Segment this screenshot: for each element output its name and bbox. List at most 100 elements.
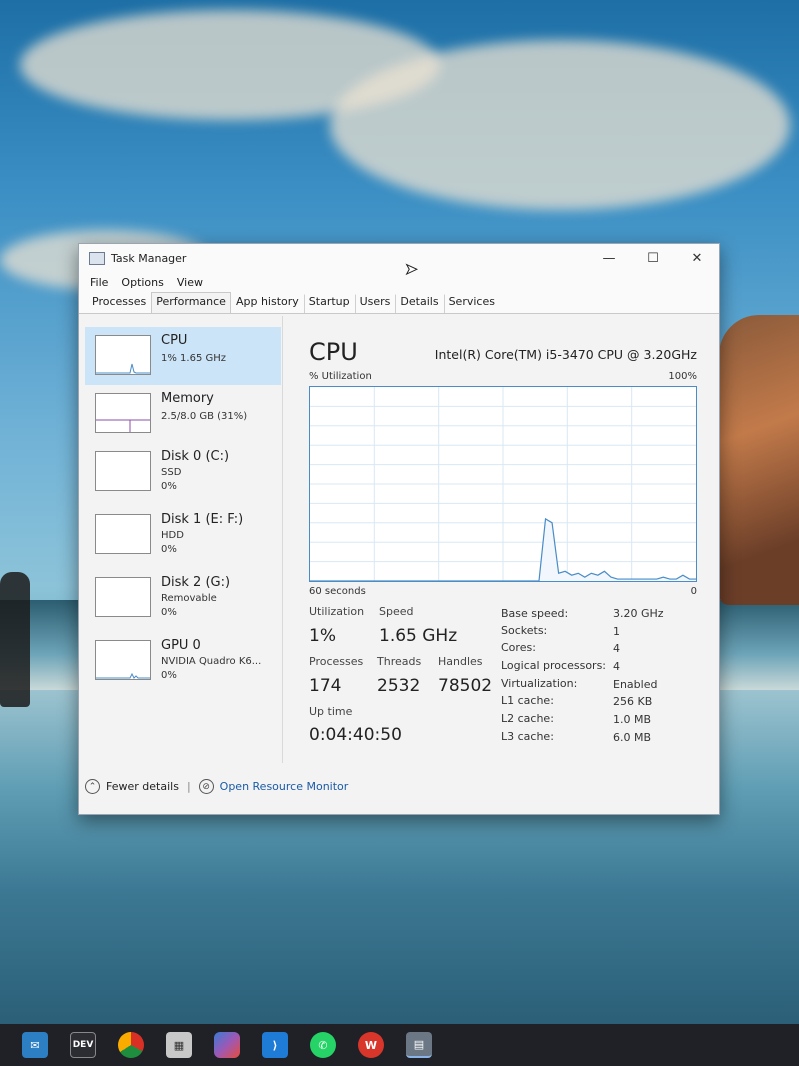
graph-end-label: 0 (690, 586, 697, 597)
tab-processes[interactable]: Processes (87, 294, 151, 313)
sidebar-item-sub: NVIDIA Quadro K6... (161, 656, 262, 667)
store-icon[interactable]: ▦ (166, 1032, 192, 1058)
tab-performance[interactable]: Performance (151, 292, 231, 313)
cpu-utilization-graph (309, 386, 697, 582)
virtualization-value: Enabled (613, 678, 658, 691)
tab-users[interactable]: Users (354, 294, 396, 313)
task-manager-window: Task Manager ➤ — ☐ ✕ File Options View P… (78, 243, 720, 815)
virtualization-label: Virtualization: (501, 677, 578, 690)
sidebar-item-sub: 1% 1.65 GHz (161, 353, 227, 364)
uptime-value: 0:04:40:50 (309, 725, 402, 745)
title-bar[interactable]: Task Manager ➤ — ☐ ✕ (79, 244, 719, 279)
mouse-cursor-icon: ➤ (405, 260, 419, 279)
speed-label: Speed (379, 605, 414, 618)
sidebar-item-sub: SSD (161, 467, 182, 478)
sidebar-item-name: GPU 0 (161, 638, 201, 653)
wallpaper-cloud (330, 40, 790, 210)
threads-label: Threads (377, 655, 422, 668)
base-speed-label: Base speed: (501, 607, 569, 620)
sidebar-item-sub: HDD (161, 530, 184, 541)
sidebar-item-percent: 0% (161, 607, 177, 618)
processes-value: 174 (309, 676, 342, 696)
window-footer: ⌃ Fewer details | ⊘ Open Resource Monito… (85, 779, 348, 794)
menu-view[interactable]: View (177, 276, 203, 289)
footer-separator: | (186, 780, 191, 793)
graph-label: % Utilization (309, 371, 372, 382)
chevron-up-icon[interactable]: ⌃ (85, 779, 100, 794)
fewer-details-link[interactable]: Fewer details (106, 780, 179, 793)
menu-file[interactable]: File (90, 276, 108, 289)
l1-cache-label: L1 cache: (501, 694, 554, 707)
whatsapp-icon[interactable]: ✆ (310, 1032, 336, 1058)
sidebar-item-percent: 0% (161, 481, 177, 492)
l3-cache-value: 6.0 MB (613, 731, 652, 744)
sockets-label: Sockets: (501, 624, 548, 637)
disk-thumbnail-graph (95, 577, 151, 617)
processes-label: Processes (309, 655, 364, 668)
handles-label: Handles (438, 655, 483, 668)
sidebar-item-cpu[interactable]: CPU 1% 1.65 GHz (85, 327, 281, 385)
page-title: CPU (309, 338, 358, 366)
sidebar-item-name: Memory (161, 391, 214, 406)
tab-app-history[interactable]: App history (231, 294, 304, 313)
sidebar-item-percent: 0% (161, 670, 177, 681)
sidebar-item-sub: 2.5/8.0 GB (31%) (161, 411, 248, 422)
l3-cache-label: L3 cache: (501, 730, 554, 743)
sidebar-item-name: Disk 1 (E: F:) (161, 512, 244, 527)
mail-icon[interactable]: ✉ (22, 1032, 48, 1058)
disk-thumbnail-graph (95, 451, 151, 491)
dev-app-icon[interactable]: DEV (70, 1032, 96, 1058)
menu-bar: File Options View (79, 272, 719, 292)
l2-cache-label: L2 cache: (501, 712, 554, 725)
sidebar-item-gpu-0[interactable]: GPU 0 NVIDIA Quadro K6... 0% (85, 632, 281, 690)
memory-thumbnail-graph (95, 393, 151, 433)
menu-options[interactable]: Options (121, 276, 163, 289)
sidebar-item-disk-2[interactable]: Disk 2 (G:) Removable 0% (85, 569, 281, 627)
disk-thumbnail-graph (95, 514, 151, 554)
task-manager-taskbar-icon[interactable]: ▤ (406, 1032, 432, 1058)
sockets-value: 1 (613, 625, 620, 638)
base-speed-value: 3.20 GHz (613, 607, 664, 620)
sidebar-item-disk-1[interactable]: Disk 1 (E: F:) HDD 0% (85, 506, 281, 564)
sidebar-item-name: Disk 2 (G:) (161, 575, 231, 590)
threads-value: 2532 (377, 676, 421, 696)
graph-time-label: 60 seconds (309, 586, 366, 597)
chrome-icon[interactable] (118, 1032, 144, 1058)
l2-cache-value: 1.0 MB (613, 713, 652, 726)
tab-services[interactable]: Services (443, 294, 500, 313)
maximize-button[interactable]: ☐ (631, 244, 675, 272)
sidebar-item-name: Disk 0 (C:) (161, 449, 230, 464)
handles-value: 78502 (438, 676, 493, 696)
l1-cache-value: 256 KB (613, 695, 653, 708)
sidebar-item-disk-0[interactable]: Disk 0 (C:) SSD 0% (85, 443, 281, 501)
tab-details[interactable]: Details (395, 294, 443, 313)
uptime-label: Up time (309, 705, 353, 718)
cpu-model-name: Intel(R) Core(TM) i5-3470 CPU @ 3.20GHz (434, 347, 697, 362)
tab-startup[interactable]: Startup (303, 294, 355, 313)
speed-value: 1.65 GHz (379, 626, 458, 646)
sidebar-item-percent: 0% (161, 544, 177, 555)
utilization-value: 1% (309, 626, 336, 646)
wallpaper-cliff (719, 315, 799, 605)
task-manager-icon (89, 251, 105, 265)
sidebar-item-name: CPU (161, 333, 188, 348)
sidebar-item-sub: Removable (161, 593, 217, 604)
utilization-label: Utilization (309, 605, 365, 618)
tab-strip: Processes Performance App history Startu… (79, 292, 719, 314)
vscode-icon[interactable]: ⟩ (262, 1032, 288, 1058)
wallpaper-runner (0, 572, 30, 707)
window-title: Task Manager (111, 251, 187, 265)
gpu-thumbnail-graph (95, 640, 151, 680)
sidebar-item-memory[interactable]: Memory 2.5/8.0 GB (31%) (85, 385, 281, 443)
close-button[interactable]: ✕ (675, 244, 719, 272)
graph-max-label: 100% (668, 371, 697, 382)
cores-value: 4 (613, 642, 620, 655)
copilot-icon[interactable] (214, 1032, 240, 1058)
wps-office-icon[interactable]: W (358, 1032, 384, 1058)
logical-processors-label: Logical processors: (501, 659, 607, 672)
performance-sidebar: CPU 1% 1.65 GHz Memory 2.5/8.0 GB (31%) … (79, 316, 283, 763)
minimize-button[interactable]: — (587, 244, 631, 272)
open-resource-monitor-link[interactable]: Open Resource Monitor (220, 780, 349, 793)
cpu-thumbnail-graph (95, 335, 151, 375)
logical-processors-value: 4 (613, 660, 620, 673)
